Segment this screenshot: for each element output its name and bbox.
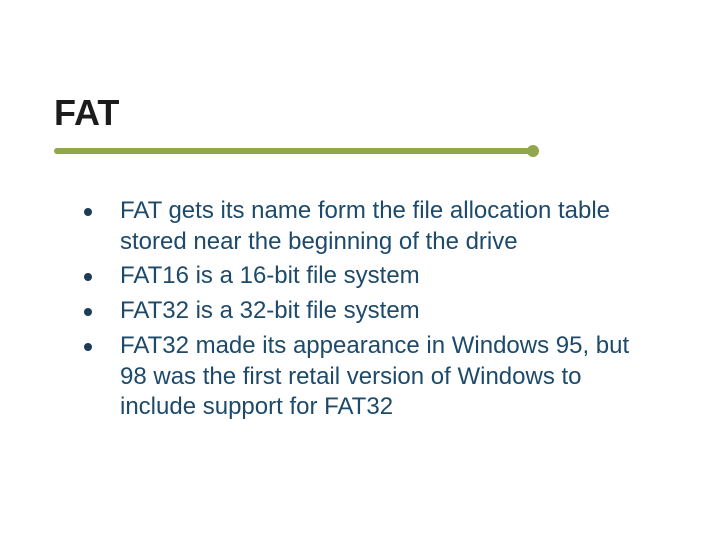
slide-title: FAT <box>54 92 119 134</box>
title-underline <box>54 148 536 162</box>
bullet-icon <box>84 208 92 216</box>
bullet-icon <box>84 308 92 316</box>
bullet-icon <box>84 273 92 281</box>
list-item-text: FAT32 is a 32-bit file system <box>120 296 654 327</box>
bullet-icon <box>84 343 92 351</box>
list-item-text: FAT16 is a 16-bit file system <box>120 261 654 292</box>
list-item-text: FAT gets its name form the file allocati… <box>120 196 654 257</box>
slide: FAT FAT gets its name form the file allo… <box>0 0 720 540</box>
list-item: FAT16 is a 16-bit file system <box>84 261 654 292</box>
list-item: FAT32 made its appearance in Windows 95,… <box>84 331 654 423</box>
list-item-text: FAT32 made its appearance in Windows 95,… <box>120 331 654 423</box>
list-item: FAT32 is a 32-bit file system <box>84 296 654 327</box>
list-item: FAT gets its name form the file allocati… <box>84 196 654 257</box>
slide-body: FAT gets its name form the file allocati… <box>84 196 654 427</box>
